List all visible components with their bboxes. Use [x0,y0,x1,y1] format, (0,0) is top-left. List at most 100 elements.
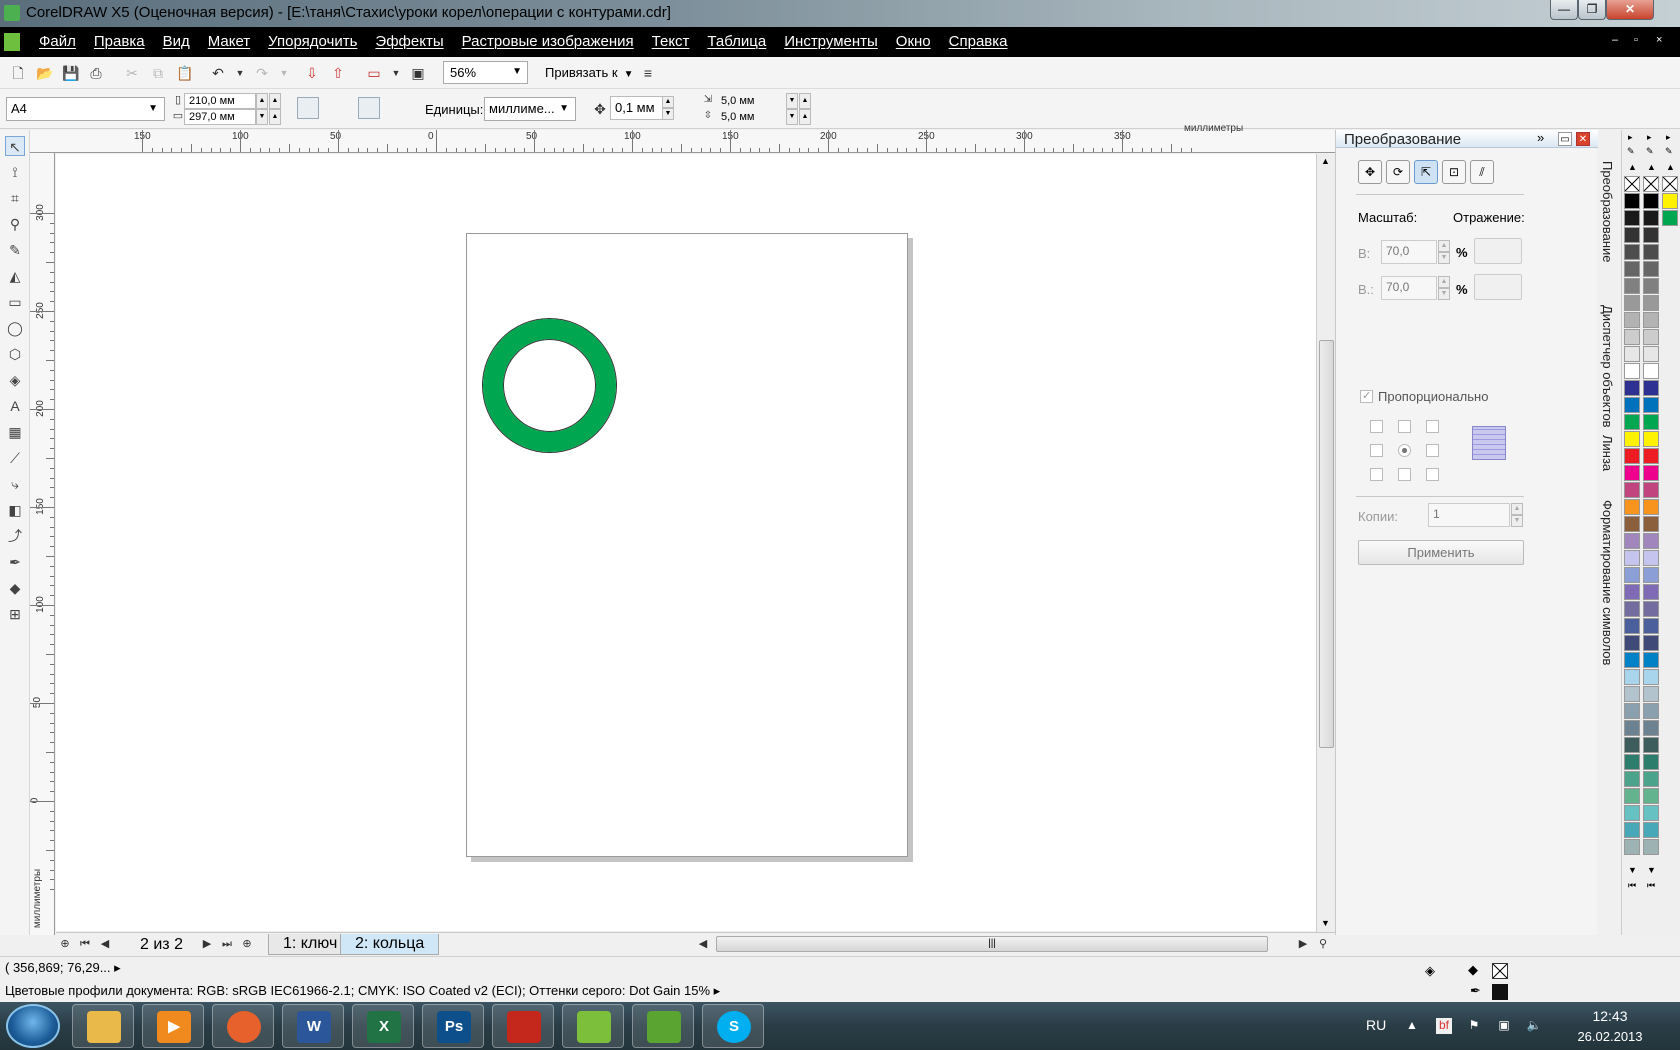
vertical-scale-down[interactable]: ▼ [1438,288,1450,300]
custom-color-swatch[interactable] [1662,210,1678,226]
color-swatch[interactable] [1643,278,1659,294]
firefox-app-button[interactable] [212,1004,274,1048]
cut-icon[interactable]: ✂ [124,65,140,81]
tab-character-formatting[interactable]: Форматирование символов [1600,500,1615,665]
tab-transformation[interactable]: Преобразование [1600,161,1615,263]
tab-object-manager[interactable]: Диспетчер объектов [1600,305,1615,428]
ellipse-tool-icon[interactable]: ◯ [5,318,25,338]
paper-size-combo[interactable]: A4 ▼ [6,97,165,121]
shape-tool-icon[interactable]: ⟟ [5,162,25,182]
outline-pen-icon[interactable]: ✒ [1470,983,1481,999]
acrobat-app-button[interactable] [492,1004,554,1048]
color-swatch[interactable] [1643,397,1659,413]
redo-icon[interactable]: ↷ [254,65,270,81]
color-swatch[interactable] [1643,516,1659,532]
color-swatch[interactable] [1643,652,1659,668]
page-height-spinner[interactable]: ▼ [256,109,268,125]
no-color-swatch[interactable] [1624,176,1640,192]
size-tab[interactable]: ⊡ [1442,160,1466,184]
horizontal-mirror-button[interactable] [1474,238,1522,264]
horizontal-scale-field[interactable]: 70,0 [1381,240,1437,264]
color-profiles-info[interactable]: Цветовые профили документа: RGB: sRGB IE… [5,983,720,999]
table-tool-icon[interactable]: ▦ [5,422,25,442]
docker-minimize-button[interactable]: ▭ [1558,132,1572,146]
color-swatch[interactable] [1624,346,1640,362]
undo-dropdown-icon[interactable]: ▼ [232,65,248,81]
rectangle-tool-icon[interactable]: ▭ [5,292,25,312]
duplicate-y-spinner-up[interactable]: ▲ [799,109,811,125]
scroll-left-icon[interactable]: ◀ [696,937,710,951]
copies-up[interactable]: ▲ [1511,503,1523,515]
color-swatch[interactable] [1643,261,1659,277]
connector-tool-icon[interactable]: ⤷ [5,474,25,494]
excel-app-button[interactable]: X [352,1004,414,1048]
duplicate-y-spinner[interactable]: ▼ [786,109,798,125]
color-swatch[interactable] [1624,397,1640,413]
anchor-bottom-center[interactable] [1398,468,1411,481]
copies-down[interactable]: ▼ [1511,515,1523,527]
proportional-checkbox[interactable] [1360,389,1373,403]
clock-date[interactable]: 26.02.2013 [1565,1029,1655,1044]
smart-fill-tool-icon[interactable]: ◭ [5,266,25,286]
anchor-middle-left[interactable] [1370,444,1383,457]
scroll-down-icon[interactable]: ▼ [1321,918,1330,928]
save-icon[interactable]: 💾 [62,65,79,81]
palette-menu-icon[interactable]: ▸ [1666,132,1671,143]
color-swatch[interactable] [1643,567,1659,583]
import-icon[interactable]: ⇩ [304,65,320,81]
color-swatch[interactable] [1643,669,1659,685]
color-swatch[interactable] [1624,329,1640,345]
color-swatch[interactable] [1643,414,1659,430]
color-swatch[interactable] [1624,448,1640,464]
anchor-center[interactable] [1398,444,1411,457]
doc-minimize-button[interactable]: ‒ [1612,34,1618,46]
fill-tool-icon[interactable]: ◆ [5,578,25,598]
green-ring-shape[interactable] [483,319,616,452]
snap-to-button[interactable]: Привязать к ▼ [545,65,633,80]
nudge-distance-field[interactable]: 0,1 мм [610,96,670,120]
dimension-tool-icon[interactable]: ⟋ [5,448,25,468]
color-swatch[interactable] [1624,363,1640,379]
basic-shapes-tool-icon[interactable]: ◈ [5,370,25,390]
menu-item[interactable]: Инструменты [775,33,887,50]
page-width-spinner[interactable]: ▲ [256,93,268,109]
duplicate-x-spinner-up[interactable]: ▲ [799,93,811,109]
redo-dropdown-icon[interactable]: ▼ [276,65,292,81]
launcher-dropdown-icon[interactable]: ▼ [388,65,404,81]
page-height-field[interactable]: 297,0 мм [184,109,256,125]
menu-item[interactable]: Текст [643,33,699,50]
document-page[interactable] [466,233,908,857]
color-swatch[interactable] [1624,567,1640,583]
color-swatch[interactable] [1643,839,1659,855]
expand-icon[interactable]: » [1537,130,1544,145]
palette-eyedropper-icon[interactable]: ✎ [1665,146,1673,157]
media-player-app-button[interactable]: ▶ [142,1004,204,1048]
menu-item[interactable]: Окно [887,33,940,50]
rotate-tab[interactable]: ⟳ [1386,160,1410,184]
color-swatch[interactable] [1643,703,1659,719]
tab-lens[interactable]: Линза [1600,435,1615,471]
color-swatch[interactable] [1624,261,1640,277]
color-swatch[interactable] [1643,788,1659,804]
first-page-icon[interactable]: ⏮ [78,937,92,951]
language-indicator[interactable]: RU [1366,1017,1386,1033]
color-swatch[interactable] [1624,227,1640,243]
color-swatch[interactable] [1643,465,1659,481]
color-swatch[interactable] [1643,448,1659,464]
color-swatch[interactable] [1624,278,1640,294]
color-swatch[interactable] [1643,431,1659,447]
portrait-toggle[interactable] [297,97,319,119]
color-swatch[interactable] [1624,210,1640,226]
outline-tool-icon[interactable]: ✒ [5,552,25,572]
anchor-top-left[interactable] [1370,420,1383,433]
eyedropper-tool-icon[interactable]: ⤴ [5,526,25,546]
duplicate-x-field[interactable]: 5,0 мм [716,93,786,109]
export-icon[interactable]: ⇧ [330,65,346,81]
nudge-up-spinner[interactable]: ▲ [662,96,674,108]
options-icon[interactable]: ≡ [640,65,656,81]
landscape-toggle[interactable] [322,97,344,119]
anchor-bottom-right[interactable] [1426,468,1439,481]
doc-restore-button[interactable]: ▫ [1634,34,1638,46]
menu-item[interactable]: Правка [85,33,154,50]
color-swatch[interactable] [1624,669,1640,685]
